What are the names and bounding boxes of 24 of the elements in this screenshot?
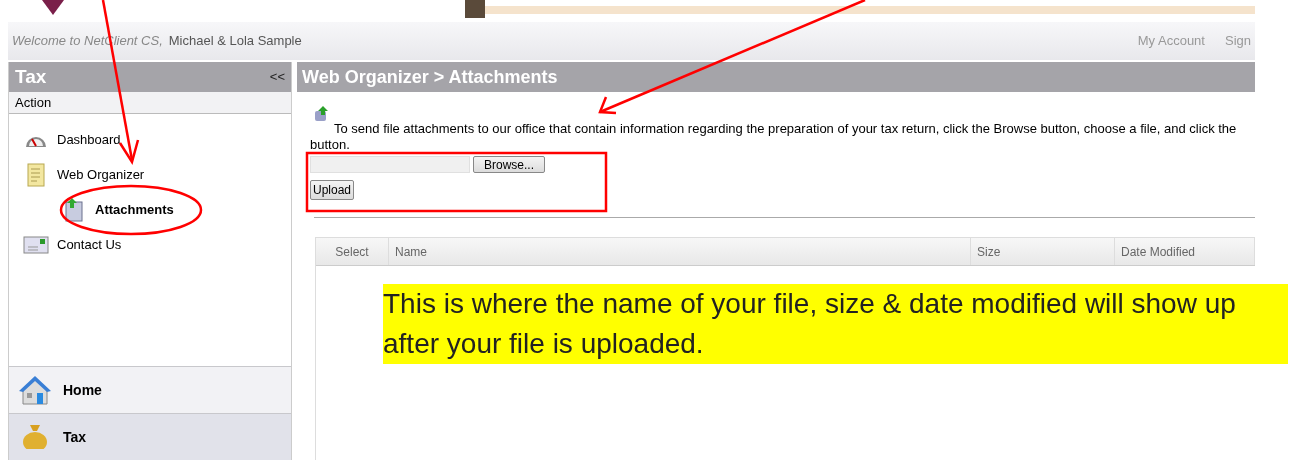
nav-label: Home	[63, 380, 102, 400]
instructions-text: To send file attachments to our office that contain information regarding the preparation of your tax return, click the Browse button, choose a file, and click the button.	[310, 121, 1238, 153]
upload-icon	[313, 106, 331, 121]
upload-button[interactable]: Upload	[310, 180, 355, 200]
sidebar-item[interactable]: Contact Us	[57, 234, 122, 255]
nav-label: Tax	[63, 427, 87, 447]
envelope-icon	[21, 235, 51, 254]
file-field[interactable]	[310, 156, 470, 173]
nav-button[interactable]: Tax	[9, 413, 291, 460]
user-name: Michael & Lola Sample	[168, 32, 302, 51]
page-title: Web Organizer > Attachments	[302, 65, 558, 89]
section-title: Action	[15, 93, 52, 112]
column-header[interactable]: Date Modified	[1115, 238, 1255, 265]
sidebar-item[interactable]: Dashboard	[57, 129, 121, 150]
panel-title: Tax	[15, 64, 47, 89]
nav-button[interactable]: Home	[9, 366, 291, 413]
column-header[interactable]: Name	[389, 238, 971, 265]
column-header[interactable]: Select	[316, 238, 389, 265]
annotation-note: This is where the name of your file, size & date modified will show up after your file is uploaded.	[383, 284, 1288, 364]
column-header[interactable]: Size	[971, 238, 1115, 265]
sidebar-item[interactable]: Attachments	[95, 199, 174, 220]
sidebar-item[interactable]: Web Organizer	[57, 164, 145, 185]
collapse-button[interactable]: <<	[269, 67, 285, 87]
browse-button[interactable]: Browse...	[473, 156, 545, 173]
